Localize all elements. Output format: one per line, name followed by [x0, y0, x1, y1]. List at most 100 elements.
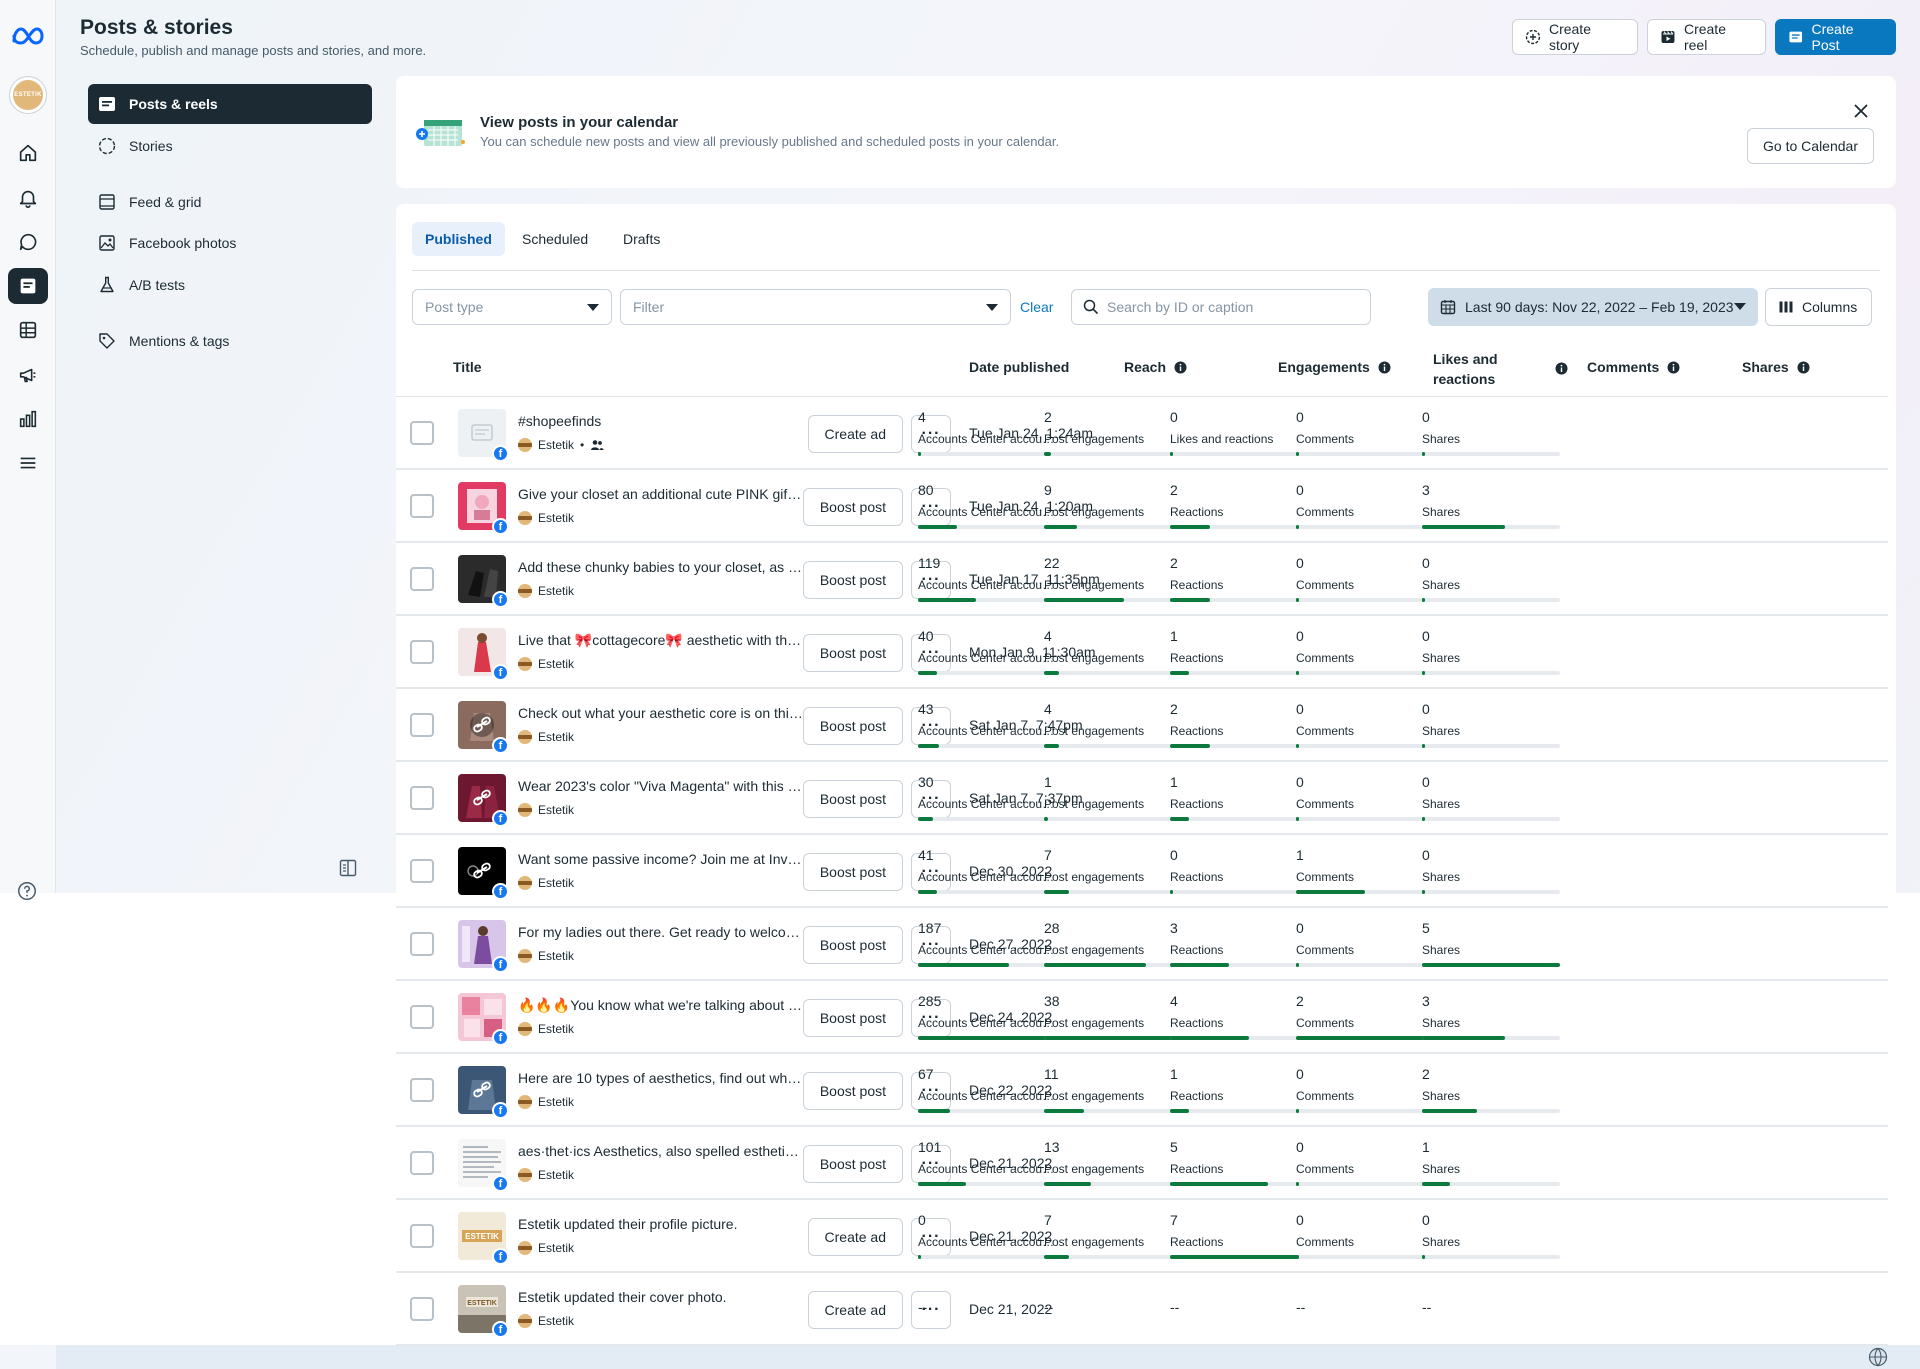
meta-logo-icon[interactable] [10, 24, 46, 48]
metric-bar-track [1170, 744, 1308, 748]
metric-value: 285 [918, 993, 942, 1009]
search-input[interactable]: Search by ID or caption [1071, 289, 1371, 325]
metric-value: 1 [1170, 1066, 1178, 1082]
table-row[interactable]: f 🔥🔥🔥You know what we're talking about he… [396, 981, 1888, 1054]
table-row[interactable]: f #shopeefinds Estetik • Create ad ··· Tue Jan… [396, 397, 1888, 470]
rail-home[interactable] [8, 135, 48, 171]
metric-engagements: 38 Post engagements [1044, 993, 1184, 1043]
metric-bar-track [918, 1255, 1056, 1259]
table-row[interactable]: ESTETIK f Estetik updated their cover phot… [396, 1273, 1888, 1346]
metric-label: Shares [1422, 870, 1461, 884]
metric-bar-fill [918, 671, 938, 675]
info-icon[interactable] [1797, 361, 1810, 374]
metric-bar-fill [1044, 963, 1147, 967]
metric-engagements: -- [1044, 1285, 1184, 1335]
subnav-stories[interactable]: Stories [88, 126, 372, 166]
rail-menu[interactable] [8, 445, 48, 481]
table-row[interactable]: ESTETIK f Estetik updated their profile pi… [396, 1200, 1888, 1273]
rail-content[interactable] [8, 312, 48, 348]
table-row[interactable]: f Here are 10 types of aesthetics, find o… [396, 1054, 1888, 1127]
subnav-feed-grid[interactable]: Feed & grid [88, 182, 372, 222]
boost-post-button[interactable]: Boost post [802, 488, 903, 526]
subnav-facebook-photos[interactable]: Facebook photos [88, 223, 372, 263]
metric-engagements: 7 Post engagements [1044, 847, 1184, 897]
post-type-select[interactable]: Post type [412, 289, 612, 325]
metric-label: Reactions [1170, 724, 1224, 738]
boost-post-button[interactable]: Boost post [802, 926, 903, 964]
boost-post-button[interactable]: Boost post [802, 1072, 903, 1110]
table-row[interactable]: f Add these chunky babies to your closet,… [396, 543, 1888, 616]
globe-icon[interactable] [1868, 1347, 1888, 1367]
tab-scheduled[interactable]: Scheduled [509, 222, 601, 256]
table-row[interactable]: f aes·thet·ics Aesthetics, also spelled e… [396, 1127, 1888, 1200]
collapse-panel-icon[interactable] [338, 858, 358, 878]
create-ad-button[interactable]: Create ad [807, 1291, 903, 1329]
metric-likes-reactions: 7 Reactions [1170, 1212, 1310, 1262]
subnav-posts-reels[interactable]: Posts & reels [88, 84, 372, 124]
table-row[interactable]: f Wear 2023's color "Viva Magenta" with t… [396, 762, 1888, 835]
table-row[interactable]: f Live that 🎀cottagecore🎀 aesthetic with … [396, 616, 1888, 689]
rail-ads[interactable] [8, 357, 48, 393]
boost-post-button[interactable]: Boost post [802, 634, 903, 672]
boost-post-button[interactable]: Boost post [802, 853, 903, 891]
filter-select[interactable]: Filter [620, 289, 1011, 325]
table-row[interactable]: f Give your closet an additional cute PIN… [396, 470, 1888, 543]
metric-label: Accounts Center accounts reached [918, 1089, 1056, 1103]
boost-post-button[interactable]: Boost post [802, 707, 903, 745]
metric-bar-track [1422, 890, 1560, 894]
tab-drafts[interactable]: Drafts [610, 222, 673, 256]
boost-post-button[interactable]: Boost post [802, 999, 903, 1037]
columns-button[interactable]: Columns [1765, 288, 1872, 326]
column-header-likes-reactions[interactable]: Likes and reactions [1433, 349, 1498, 389]
info-icon[interactable] [1378, 361, 1391, 374]
tab-published[interactable]: Published [412, 222, 505, 256]
create-ad-button[interactable]: Create ad [807, 415, 903, 453]
metric-bar-fill [1422, 1036, 1505, 1040]
metric-value: 0 [1422, 847, 1430, 863]
metric-engagements: 9 Post engagements [1044, 482, 1184, 532]
page-avatar[interactable]: ESTETIK [9, 76, 47, 114]
create-post-button[interactable]: Create Post [1775, 19, 1896, 55]
metric-bar-track [1044, 963, 1182, 967]
column-header-shares[interactable]: Shares [1742, 359, 1810, 375]
boost-post-button[interactable]: Boost post [802, 1145, 903, 1183]
rail-insights[interactable] [8, 401, 48, 437]
boost-post-button[interactable]: Boost post [802, 780, 903, 818]
column-header-comments[interactable]: Comments [1587, 359, 1680, 375]
create-reel-button[interactable]: Create reel [1647, 19, 1766, 55]
column-header-date-published[interactable]: Date published [969, 359, 1069, 375]
metric-engagements: 4 Post engagements [1044, 701, 1184, 751]
info-icon[interactable] [1667, 361, 1680, 374]
metric-bar-fill [1170, 598, 1211, 602]
create-ad-button[interactable]: Create ad [807, 1218, 903, 1256]
info-icon[interactable] [1555, 362, 1568, 375]
metric-value: -- [918, 1299, 928, 1315]
rail-posts[interactable] [8, 268, 48, 304]
table-row[interactable]: f Check out what your aesthetic core is o… [396, 689, 1888, 762]
go-to-calendar-button[interactable]: Go to Calendar [1747, 128, 1874, 164]
metric-value: 7 [1044, 847, 1052, 863]
subnav-mentions-tags[interactable]: Mentions & tags [88, 321, 372, 361]
close-icon[interactable] [1852, 102, 1870, 120]
subnav-label: Mentions & tags [129, 333, 230, 349]
clear-filters-link[interactable]: Clear [1020, 299, 1053, 315]
rail-inbox[interactable] [8, 224, 48, 260]
metric-shares: 3 Shares [1422, 482, 1562, 532]
metric-bar-track [1044, 817, 1182, 821]
boost-post-button[interactable]: Boost post [802, 561, 903, 599]
column-header-reach[interactable]: Reach [1124, 359, 1187, 375]
metric-bar-fill [918, 1036, 1056, 1040]
table-row[interactable]: f Want some passive income? Join me at In… [396, 835, 1888, 908]
date-range-button[interactable]: Last 90 days: Nov 22, 2022 – Feb 19, 202… [1428, 288, 1758, 326]
column-header-engagements[interactable]: Engagements [1278, 359, 1391, 375]
metric-value: 11 [1044, 1066, 1059, 1082]
column-header-title[interactable]: Title [453, 359, 482, 375]
rail-notifications[interactable] [8, 180, 48, 216]
table-row[interactable]: f For my ladies out there. Get ready to w… [396, 908, 1888, 981]
info-icon[interactable] [1174, 361, 1187, 374]
create-story-button[interactable]: Create story [1512, 19, 1638, 55]
subnav-ab-tests[interactable]: A/B tests [88, 265, 372, 305]
help-icon[interactable] [16, 880, 38, 902]
metric-label: Comments [1296, 1235, 1355, 1249]
search-icon [1083, 299, 1099, 315]
